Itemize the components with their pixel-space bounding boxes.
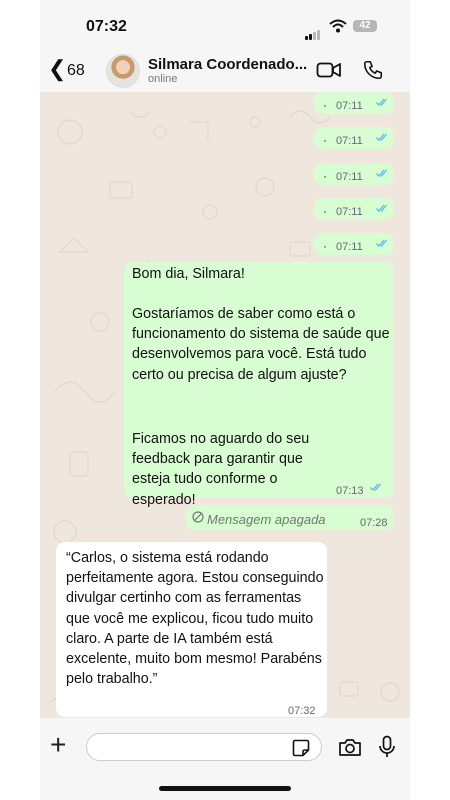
message-text: “Carlos, o sistema está rodando perfeita… — [66, 550, 324, 688]
status-time: 07:32 — [86, 18, 127, 35]
message-text: · — [323, 133, 327, 147]
message-time: 07:11 — [336, 100, 363, 112]
home-indicator[interactable] — [159, 786, 291, 791]
message-time: 07:28 — [360, 517, 388, 529]
message-bubble-outgoing[interactable]: · 07:11 — [314, 127, 394, 149]
message-bubble-outgoing[interactable]: · 07:11 — [314, 92, 394, 114]
message-bubble-outgoing[interactable]: · 07:11 — [314, 233, 394, 255]
message-text: · — [323, 169, 327, 183]
avatar[interactable] — [106, 54, 140, 88]
message-body: Gostaríamos de saber como está o funcion… — [132, 306, 390, 383]
read-receipt-icon — [376, 239, 387, 247]
contact-status: online — [148, 73, 178, 85]
message-text: · — [323, 239, 327, 253]
unread-count[interactable]: 68 — [67, 62, 85, 80]
read-receipt-icon — [376, 133, 387, 141]
cellular-signal-icon — [305, 22, 321, 40]
message-composer: + — [40, 718, 410, 800]
deleted-icon — [192, 511, 204, 523]
phone-screen: 07:32 42 ❮ 68 Silmara Coordenado... onli… — [40, 0, 410, 800]
attach-plus-icon[interactable]: + — [50, 731, 66, 759]
message-closing: Ficamos no aguardo do seu feedback para … — [132, 431, 310, 508]
read-receipt-icon — [376, 98, 387, 106]
read-receipt-icon — [376, 169, 387, 177]
video-call-icon[interactable] — [316, 60, 342, 80]
contact-name[interactable]: Silmara Coordenado... — [148, 56, 307, 73]
microphone-icon[interactable] — [378, 735, 396, 759]
battery-icon: 42 — [353, 20, 377, 32]
message-time: 07:11 — [336, 241, 363, 253]
status-bar: 07:32 42 — [40, 0, 410, 50]
camera-icon[interactable] — [338, 737, 362, 757]
message-bubble-outgoing[interactable]: · 07:11 — [314, 163, 394, 185]
message-time: 07:11 — [336, 171, 363, 183]
message-text: · — [323, 204, 327, 218]
wifi-icon — [329, 19, 347, 33]
message-input[interactable] — [86, 733, 322, 761]
read-receipt-icon — [370, 483, 381, 491]
sticker-icon[interactable] — [292, 739, 310, 757]
message-greeting: Bom dia, Silmara! — [132, 266, 245, 282]
back-chevron-icon[interactable]: ❮ — [48, 58, 66, 80]
chat-header: ❮ 68 Silmara Coordenado... online — [40, 50, 410, 92]
message-bubble-outgoing[interactable]: Bom dia, Silmara! Gostaríamos de saber c… — [124, 262, 394, 508]
message-time: 07:11 — [336, 135, 363, 147]
phone-call-icon[interactable] — [362, 59, 384, 81]
message-bubble-incoming[interactable]: “Carlos, o sistema está rodando perfeita… — [56, 542, 327, 717]
read-receipt-icon — [376, 204, 387, 212]
message-bubble-outgoing[interactable]: · 07:11 — [314, 198, 394, 220]
message-time: 07:11 — [336, 206, 363, 218]
deleted-message-text: Mensagem apagada — [207, 512, 326, 527]
message-bubble-deleted[interactable]: Mensagem apagada 07:28 — [186, 505, 394, 530]
message-time: 07:13 — [336, 485, 364, 497]
message-text: · — [323, 98, 327, 112]
